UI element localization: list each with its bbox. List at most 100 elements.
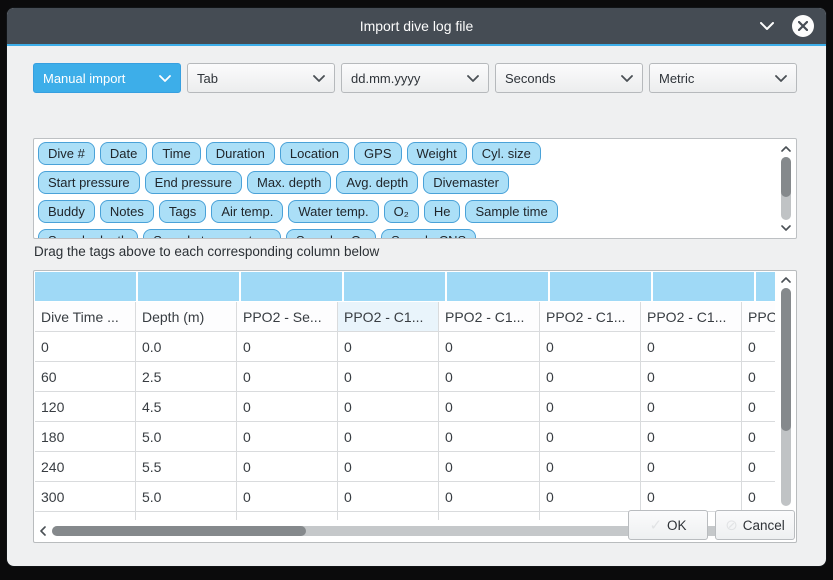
tag-water-temp[interactable]: Water temp. [288,200,378,223]
tag-gps[interactable]: GPS [354,142,401,165]
table-cell: 0 [742,362,775,391]
tag-air-temp[interactable]: Air temp. [211,200,283,223]
table-cell: 0 [439,482,540,511]
drop-target-cell[interactable] [35,272,136,301]
chevron-down-icon [467,75,479,82]
table-cell: 5.0 [136,422,237,451]
import-type-select[interactable]: Manual import [33,63,181,93]
scrollbar-thumb[interactable] [781,157,791,197]
tag-sample-cns[interactable]: Sample CNS [381,229,476,239]
scrollbar-thumb[interactable] [52,526,306,536]
tag-location[interactable]: Location [280,142,349,165]
table-row: 1204.5000000 [35,392,775,422]
table-cell: 0 [35,332,136,361]
tag-end-pressure[interactable]: End pressure [145,171,242,194]
drop-target-cell[interactable] [756,272,775,301]
table-cell: 0 [338,452,439,481]
tag-buddy[interactable]: Buddy [38,200,95,223]
tags-panel: Dive #DateTime DurationLocationGPS WeightC… [33,138,797,239]
date-format-value: dd.mm.yyyy [351,71,420,86]
table-cell: 300 [35,482,136,511]
table-cell: 0 [641,362,742,391]
table-vertical-scrollbar[interactable] [779,274,793,520]
chevron-down-icon [775,75,787,82]
table-cell: 0 [540,362,641,391]
column-header: Depth (m) [136,302,237,331]
table-row: 2405.5000000 [35,452,775,482]
tag-sample-depth[interactable]: Sample depth [38,229,138,239]
field-separator-value: Tab [197,71,218,86]
column-header: Dive Time ... [35,302,136,331]
tag-tags[interactable]: Tags [159,200,206,223]
table-cell [540,512,641,520]
tag-max-depth[interactable]: Max. depth [247,171,331,194]
close-icon[interactable] [792,15,814,37]
units-value: Metric [659,71,694,86]
tag-sample-po[interactable]: Sample pO₂ [286,229,376,239]
tag-cyl-size[interactable]: Cyl. size [472,142,541,165]
drop-target-cell[interactable] [344,272,445,301]
table-cell: 0 [540,332,641,361]
table-cell: 0 [641,452,742,481]
table-cell: 0 [540,452,641,481]
scrollbar-thumb[interactable] [781,288,791,431]
table-cell: 60 [35,362,136,391]
tag-avg-depth[interactable]: Avg. depth [336,171,418,194]
table-cell: 0 [439,452,540,481]
units-select[interactable]: Metric [649,63,797,93]
tag-row: Start pressureEnd pressureMax. depthAvg.… [38,171,772,194]
table-cell: 0 [338,392,439,421]
scroll-up-icon[interactable] [779,143,793,155]
table-cell: 5.5 [136,452,237,481]
tag-duration[interactable]: Duration [206,142,275,165]
tags-list: Dive #DateTime DurationLocationGPS WeightC… [38,142,772,239]
drop-target-cell[interactable] [550,272,651,301]
import-options-row: Manual import Tab dd.mm.yyyy Seconds [33,63,797,93]
titlebar[interactable]: Import dive log file [7,8,826,44]
table-cell [338,512,439,520]
drop-target-cell[interactable] [447,272,548,301]
column-header: PPO2 - Se... [237,302,338,331]
cancel-button[interactable]: ⊘ Cancel [715,510,795,540]
date-format-select[interactable]: dd.mm.yyyy [341,63,489,93]
ok-button[interactable]: ✓ OK [628,510,708,540]
table-cell: 0 [237,392,338,421]
chevron-down-icon[interactable] [758,17,776,35]
tag-weight[interactable]: Weight [407,142,467,165]
field-separator-select[interactable]: Tab [187,63,335,93]
table-cell: 0 [237,482,338,511]
drop-target-cell[interactable] [241,272,342,301]
table-cell [136,512,237,520]
scroll-left-icon[interactable] [37,523,49,539]
tag-date[interactable]: Date [100,142,147,165]
tag-sample-temperature[interactable]: Sample temperature [143,229,281,239]
preview-table: Dive Time ...Depth (m)PPO2 - Se... PPO2 -… [33,270,797,543]
drop-target-cell[interactable] [653,272,754,301]
tag-dive[interactable]: Dive # [38,142,95,165]
scroll-up-icon[interactable] [779,274,793,286]
table-cell: 5.0 [136,482,237,511]
table-cell: 0 [439,422,540,451]
column-header: PPO2 - C1... [540,302,641,331]
duration-format-select[interactable]: Seconds [495,63,643,93]
table-cell: 0 [237,332,338,361]
tags-scrollbar[interactable] [779,143,793,234]
tag-start-pressure[interactable]: Start pressure [38,171,140,194]
drop-target-cell[interactable] [138,272,239,301]
dialog-content: Manual import Tab dd.mm.yyyy Seconds [7,46,826,566]
tag-time[interactable]: Time [152,142,200,165]
column-header: PPO2 - C1... [439,302,540,331]
column-header: PPO2 - C1... [742,302,775,331]
scroll-down-icon[interactable] [779,222,793,234]
table-cell: 0 [742,392,775,421]
drop-target-row [35,272,775,301]
tag-divemaster[interactable]: Divemaster [423,171,509,194]
table-cell [35,512,136,520]
tag-he[interactable]: He [424,200,461,223]
table-body: 00.0000000602.50000001204.50000001805.00… [35,332,775,520]
tag-sample-time[interactable]: Sample time [465,200,557,223]
table-cell: 0 [742,482,775,511]
tag-notes[interactable]: Notes [100,200,154,223]
tag-o[interactable]: O₂ [384,200,419,223]
table-cell: 0 [237,362,338,391]
